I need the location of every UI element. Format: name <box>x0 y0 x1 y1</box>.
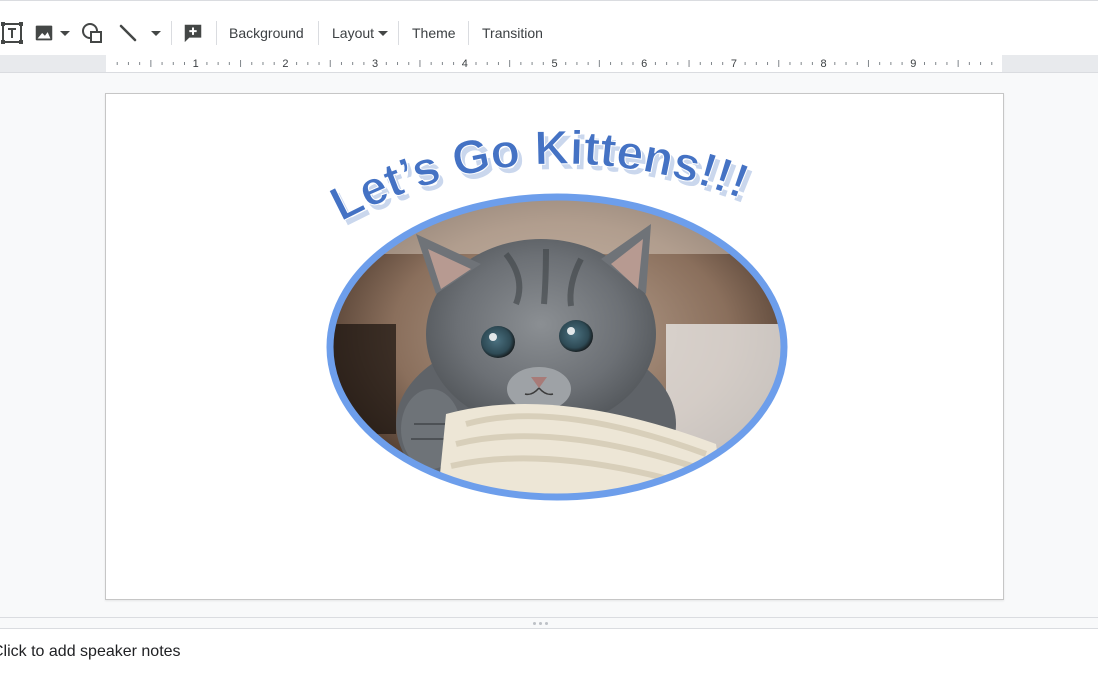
toolbar-divider <box>318 21 319 45</box>
ruler-number: 8 <box>821 58 827 70</box>
add-comment-button[interactable] <box>181 17 205 49</box>
layout-button[interactable]: Layout <box>332 21 389 45</box>
theme-button[interactable]: Theme <box>412 21 456 45</box>
shape-button[interactable] <box>80 17 104 49</box>
line-icon <box>119 24 137 42</box>
toolbar-divider <box>216 21 217 45</box>
background-button[interactable]: Background <box>229 21 304 45</box>
speaker-notes-area[interactable]: Click to add speaker notes <box>0 629 1098 681</box>
ruler-bar: 1 2 3 4 5 6 7 8 9 <box>0 55 1098 73</box>
text-box-icon <box>1 22 23 44</box>
ruler-number: 6 <box>641 58 647 70</box>
ruler-number: 4 <box>462 58 468 70</box>
line-dropdown-button[interactable] <box>149 17 163 49</box>
slide-canvas[interactable]: Let’s Go Kittens!!! Let’s Go Kittens!!! <box>105 93 1004 600</box>
layout-label: Layout <box>332 25 375 41</box>
speaker-notes-placeholder: Click to add speaker notes <box>0 643 181 660</box>
horizontal-ruler[interactable]: 1 2 3 4 5 6 7 8 9 <box>106 55 1002 72</box>
chevron-down-icon <box>151 30 161 36</box>
slide-content: Let’s Go Kittens!!! Let’s Go Kittens!!! <box>322 121 788 501</box>
line-button[interactable] <box>116 17 140 49</box>
ruler-number: 9 <box>910 58 916 70</box>
notes-resize-handle[interactable] <box>0 617 1098 629</box>
toolbar-divider <box>171 21 172 45</box>
drag-grip-icon <box>533 622 548 625</box>
shape-icon <box>82 23 102 43</box>
ruler-number: 7 <box>731 58 737 70</box>
image-icon <box>35 25 53 41</box>
toolbar-divider <box>398 21 399 45</box>
toolbar: Background Layout Theme Transition <box>0 0 1098 55</box>
chevron-down-icon <box>60 30 70 36</box>
ruler-number: 2 <box>282 58 288 70</box>
transition-button[interactable]: Transition <box>482 21 543 45</box>
image-dropdown-button[interactable] <box>58 17 72 49</box>
chevron-down-icon <box>378 30 389 36</box>
ruler-number: 3 <box>372 58 378 70</box>
text-box-button[interactable] <box>0 17 24 49</box>
ruler-number: 5 <box>551 58 557 70</box>
insert-image-button[interactable] <box>32 17 56 49</box>
ruler-number: 1 <box>193 58 199 70</box>
ruler-ticks: 1 2 3 4 5 6 7 8 9 <box>116 58 993 70</box>
add-comment-icon <box>184 24 202 43</box>
toolbar-divider <box>468 21 469 45</box>
